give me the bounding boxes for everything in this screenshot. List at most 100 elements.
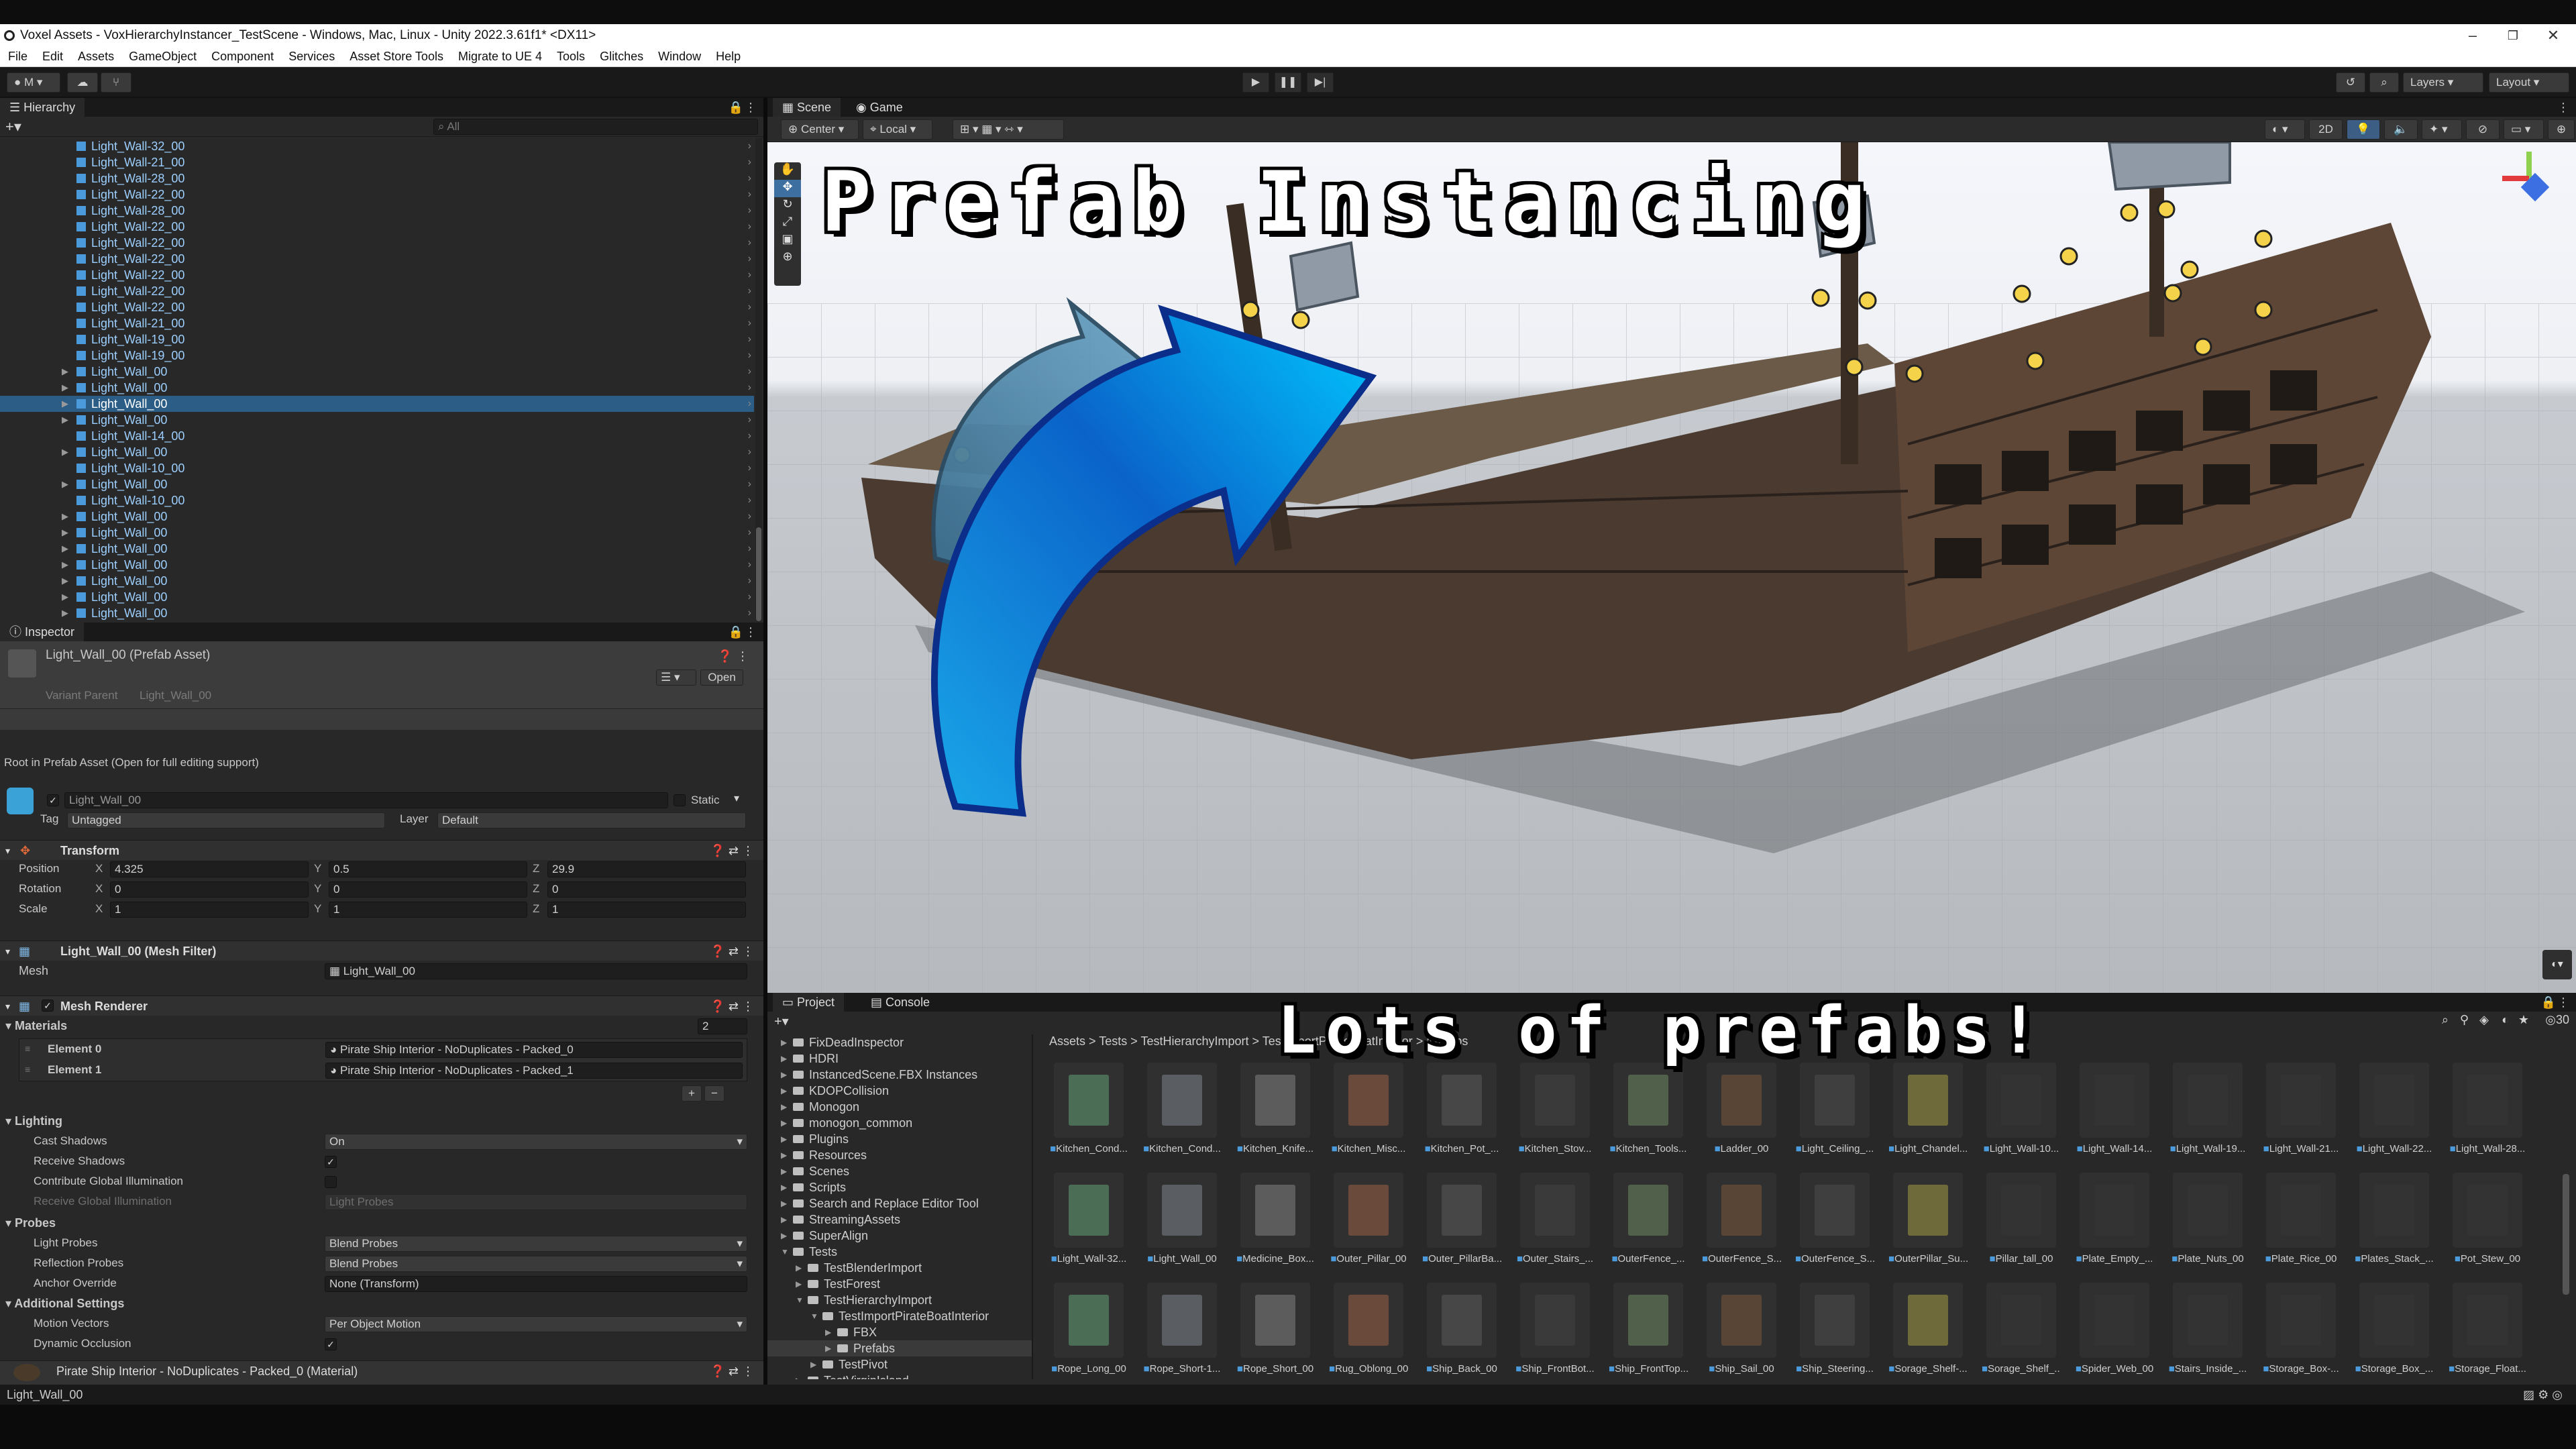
open-prefab-chevron-icon[interactable]: › <box>748 251 751 267</box>
layers-dropdown[interactable]: Layers ▾ <box>2403 72 2483 93</box>
folder-item[interactable]: ▼ Tests <box>767 1244 1032 1260</box>
folder-item[interactable]: ▼ TestHierarchyImport <box>767 1292 1032 1308</box>
hierarchy-item[interactable]: Light_Wall-14_00 › <box>0 428 754 444</box>
asset-tile[interactable]: ■Plate_Nuts_00 <box>2168 1173 2247 1280</box>
open-prefab-chevron-icon[interactable]: › <box>748 476 751 492</box>
open-prefab-chevron-icon[interactable]: › <box>748 267 751 283</box>
expand-arrow-icon[interactable]: ▶ <box>62 605 68 621</box>
receive-shadows-checkbox[interactable]: ✓ <box>325 1156 337 1168</box>
lighting-toggle[interactable]: 💡 <box>2347 119 2380 140</box>
open-prefab-chevron-icon[interactable]: › <box>748 573 751 589</box>
menu-item-tools[interactable]: Tools <box>557 50 585 64</box>
hierarchy-item[interactable]: ▶ Light_Wall_00 › <box>0 605 754 621</box>
history-button[interactable]: ↺ <box>2336 72 2365 93</box>
drag-handle-icon[interactable]: ≡ <box>25 1064 30 1075</box>
chevron-right-icon[interactable]: ▶ <box>825 1340 831 1356</box>
layer-dropdown[interactable]: Default <box>437 812 746 828</box>
open-prefab-chevron-icon[interactable]: › <box>748 380 751 396</box>
asset-tile[interactable]: ■Light_Chandel... <box>1888 1063 1968 1170</box>
expand-arrow-icon[interactable]: ▶ <box>62 541 68 557</box>
filter-icon[interactable]: ⚲ <box>2460 1013 2469 1027</box>
expand-arrow-icon[interactable]: ▶ <box>62 364 68 380</box>
chevron-right-icon[interactable]: ▶ <box>825 1324 831 1340</box>
probes-foldout[interactable]: ▾ Probes <box>5 1214 56 1232</box>
expand-arrow-icon[interactable]: ▶ <box>62 589 68 605</box>
tag-dropdown[interactable]: Untagged <box>67 812 385 828</box>
scene-kebab-icon[interactable]: ⋮ <box>2557 98 2569 117</box>
dynamic-occlusion-checkbox[interactable]: ✓ <box>325 1338 337 1350</box>
camera-overlay-button[interactable]: ◐▾ <box>2542 950 2572 979</box>
hierarchy-item[interactable]: Light_Wall-22_00 › <box>0 219 754 235</box>
hierarchy-item[interactable]: ▶ Light_Wall_00 › <box>0 573 754 589</box>
transform-y-field[interactable]: 1 <box>329 902 527 918</box>
folder-item[interactable]: ▶ Scripts <box>767 1179 1032 1195</box>
version-control-button[interactable]: ⑂ <box>101 72 131 93</box>
play-button[interactable]: ▶ <box>1242 72 1269 93</box>
menu-item-assets[interactable]: Assets <box>78 50 114 64</box>
chevron-right-icon[interactable]: ▶ <box>781 1212 787 1228</box>
expand-arrow-icon[interactable]: ▶ <box>62 412 68 428</box>
search-by-type-icon[interactable]: ⌕ <box>2442 1013 2449 1027</box>
asset-tile[interactable]: ■Kitchen_Tools... <box>1609 1063 1688 1170</box>
mesh-renderer-section-header[interactable]: ▾ ▦ ✓ Mesh Renderer ❓ ⇄ ⋮ <box>0 996 763 1016</box>
chevron-right-icon[interactable]: ▶ <box>781 1131 787 1147</box>
open-prefab-chevron-icon[interactable]: › <box>748 154 751 170</box>
asset-tile[interactable]: ■Light_Wall-21... <box>2261 1063 2341 1170</box>
material-footer[interactable]: Pirate Ship Interior - NoDuplicates - Pa… <box>0 1360 763 1385</box>
asset-tile[interactable]: ■Light_Wall-28... <box>2448 1063 2527 1170</box>
asset-tile[interactable]: ■Sorage_Shelf_... <box>1982 1283 2061 1385</box>
expand-arrow-icon[interactable]: ▶ <box>62 557 68 573</box>
asset-tile[interactable]: ■Light_Wall-32... <box>1049 1173 1128 1280</box>
materials-count-field[interactable]: 2 <box>698 1018 747 1034</box>
open-prefab-chevron-icon[interactable]: › <box>748 235 751 251</box>
settings-icon[interactable]: ⋮ <box>737 649 749 663</box>
tab-project[interactable]: ▭ Project <box>773 993 845 1012</box>
chevron-right-icon[interactable]: ▶ <box>796 1276 802 1292</box>
open-prefab-chevron-icon[interactable]: › <box>748 219 751 235</box>
asset-tile[interactable]: ■Storage_Box-... <box>2261 1283 2341 1385</box>
remove-material-button[interactable]: − <box>704 1085 724 1102</box>
cloud-button[interactable]: ☁ <box>67 72 98 93</box>
folder-item[interactable]: ▶ Prefabs <box>767 1340 1032 1356</box>
move-tool-icon[interactable]: ✥ <box>774 180 801 197</box>
hierarchy-item[interactable]: Light_Wall-21_00 › <box>0 154 754 170</box>
step-button[interactable]: ▶| <box>1307 72 1334 93</box>
pivot-dropdown[interactable]: ⊕ Center ▾ <box>781 119 859 140</box>
chevron-right-icon[interactable]: ▶ <box>781 1163 787 1179</box>
asset-tile[interactable]: ■Light_Wall-14... <box>2075 1063 2154 1170</box>
tab-game[interactable]: ◉ Game <box>847 98 912 117</box>
breadcrumb-item[interactable]: Tests <box>1099 1034 1127 1048</box>
open-prefab-chevron-icon[interactable]: › <box>748 331 751 347</box>
expand-arrow-icon[interactable]: ▶ <box>62 573 68 589</box>
expand-arrow-icon[interactable]: ▶ <box>62 476 68 492</box>
asset-tile[interactable]: ■Plate_Rice_00 <box>2261 1173 2341 1280</box>
folder-item[interactable]: ▶ TestForest <box>767 1276 1032 1292</box>
asset-tile[interactable]: ■Stairs_Inside_... <box>2168 1283 2247 1385</box>
view-orientation-gizmo[interactable] <box>2502 152 2556 212</box>
asset-tile[interactable]: ■Outer_Stairs_... <box>1515 1173 1595 1280</box>
reflection-probes-dropdown[interactable]: Blend Probes ▾ <box>325 1256 747 1272</box>
folder-item[interactable]: ▼ TestImportPirateBoatInterior <box>767 1308 1032 1324</box>
open-prefab-chevron-icon[interactable]: › <box>748 138 751 154</box>
chevron-right-icon[interactable]: ▶ <box>781 1034 787 1051</box>
folder-item[interactable]: ▶ Resources <box>767 1147 1032 1163</box>
rotate-tool-icon[interactable]: ↻ <box>774 197 801 215</box>
pause-button[interactable]: ❚❚ <box>1275 72 1301 93</box>
asset-tile[interactable]: ■Kitchen_Stov... <box>1515 1063 1595 1170</box>
camera-dropdown[interactable]: ▭ ▾ <box>2504 119 2544 140</box>
object-name-field[interactable]: Light_Wall_00 <box>64 792 668 808</box>
hierarchy-item[interactable]: Light_Wall-10_00 › <box>0 492 754 508</box>
transform-tool-icon[interactable]: ⊕ <box>774 250 801 267</box>
hierarchy-scroll-thumb[interactable] <box>756 527 761 621</box>
asset-tile[interactable]: ■Rug_Oblong_00 <box>1329 1283 1408 1385</box>
tab-console[interactable]: ▤ Console <box>861 993 940 1012</box>
anchor-override-field[interactable]: None (Transform) <box>325 1276 747 1292</box>
hierarchy-item[interactable]: Light_Wall-10_00 › <box>0 460 754 476</box>
hierarchy-item[interactable]: ▶ Light_Wall_00 › <box>0 412 754 428</box>
open-prefab-chevron-icon[interactable]: › <box>748 347 751 364</box>
breadcrumb-item[interactable]: Assets <box>1049 1034 1085 1048</box>
active-checkbox[interactable]: ✓ <box>47 794 59 806</box>
folder-item[interactable]: ▶ TestBlenderImport <box>767 1260 1032 1276</box>
asset-tile[interactable]: ■Spider_Web_00 <box>2075 1283 2154 1385</box>
open-prefab-chevron-icon[interactable]: › <box>748 299 751 315</box>
